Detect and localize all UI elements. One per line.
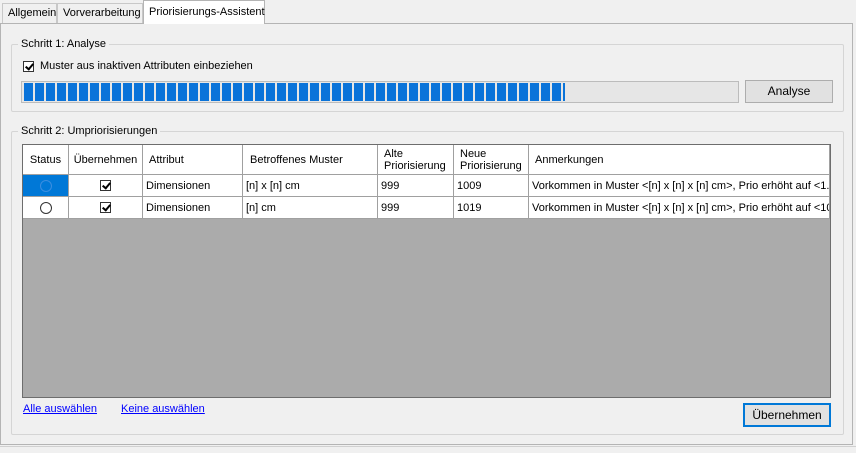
col-muster-header[interactable]: Betroffenes Muster [243,145,378,175]
tab-allgemein[interactable]: Allgemein [2,3,57,23]
attribut-cell[interactable]: Dimensionen [143,175,243,197]
status-radio[interactable] [39,179,52,192]
uebernehmen-checkbox[interactable] [100,202,111,213]
col-alte-header[interactable]: Alte Priorisierung [378,145,454,175]
include-inactive-option[interactable]: Muster aus inaktiven Attributen einbezie… [23,60,253,72]
uebernehmen-cell[interactable] [69,197,143,219]
col-neue-label-line1: Neue [460,147,487,160]
col-attribut-label: Attribut [149,153,184,166]
col-uebernehmen-header[interactable]: Übernehmen [69,145,143,175]
include-inactive-checkbox[interactable] [23,60,34,72]
col-muster-label: Betroffenes Muster [250,153,343,166]
col-alte-label-line2: Priorisierung [384,159,446,172]
anmerkungen-cell[interactable]: Vorkommen in Muster <[n] x [n] x [n] cm>… [529,197,830,219]
select-all-link[interactable]: Alle auswählen [23,403,97,415]
col-attribut-header[interactable]: Attribut [143,145,243,175]
alte-prio-cell[interactable]: 999 [378,175,454,197]
uebernehmen-checkbox[interactable] [100,180,111,191]
step1-title: Schritt 1: Analyse [18,37,109,51]
col-neue-label-line2: Priorisierung [460,159,522,172]
col-status-label: Status [29,153,62,166]
status-cell[interactable] [23,175,69,197]
uebernehmen-cell[interactable] [69,175,143,197]
col-uebernehmen-label: Übernehmen [73,153,138,166]
apply-button[interactable]: Übernehmen [743,403,831,427]
anmerkungen-cell[interactable]: Vorkommen in Muster <[n] x [n] x [n] cm>… [529,175,830,197]
col-neue-header[interactable]: Neue Priorisierung [454,145,529,175]
step2-title: Schritt 2: Umpriorisierungen [18,124,161,138]
tab-strip: Allgemein Vorverarbeitung Priorisierungs… [0,0,856,24]
status-cell[interactable] [23,197,69,219]
attribut-cell[interactable]: Dimensionen [143,197,243,219]
analysis-progress-bar [21,81,739,103]
status-radio[interactable] [39,201,52,214]
col-anmerkungen-label: Anmerkungen [535,153,604,166]
alte-prio-cell[interactable]: 999 [378,197,454,219]
reprioritization-grid[interactable]: Status Übernehmen Attribut Betroffenes M… [22,144,831,398]
col-status-header[interactable]: Status [23,145,69,175]
col-alte-label-line1: Alte [384,147,403,160]
analyse-button[interactable]: Analyse [745,80,833,103]
grid-header: Status Übernehmen Attribut Betroffenes M… [23,145,830,175]
table-row[interactable]: Dimensionen [n] x [n] cm 999 1009 Vorkom… [23,175,830,197]
muster-cell[interactable]: [n] cm [243,197,378,219]
muster-cell[interactable]: [n] x [n] cm [243,175,378,197]
tab-priorisierungs-assistent[interactable]: Priorisierungs-Assistent [143,0,265,24]
tab-vorverarbeitung[interactable]: Vorverarbeitung [57,3,143,23]
neue-prio-cell[interactable]: 1019 [454,197,529,219]
col-anmerkungen-header[interactable]: Anmerkungen [529,145,830,175]
progress-fill [24,83,566,101]
neue-prio-cell[interactable]: 1009 [454,175,529,197]
table-row[interactable]: Dimensionen [n] cm 999 1019 Vorkommen in… [23,197,830,219]
select-none-link[interactable]: Keine auswählen [121,403,205,415]
include-inactive-label: Muster aus inaktiven Attributen einbezie… [40,60,253,72]
